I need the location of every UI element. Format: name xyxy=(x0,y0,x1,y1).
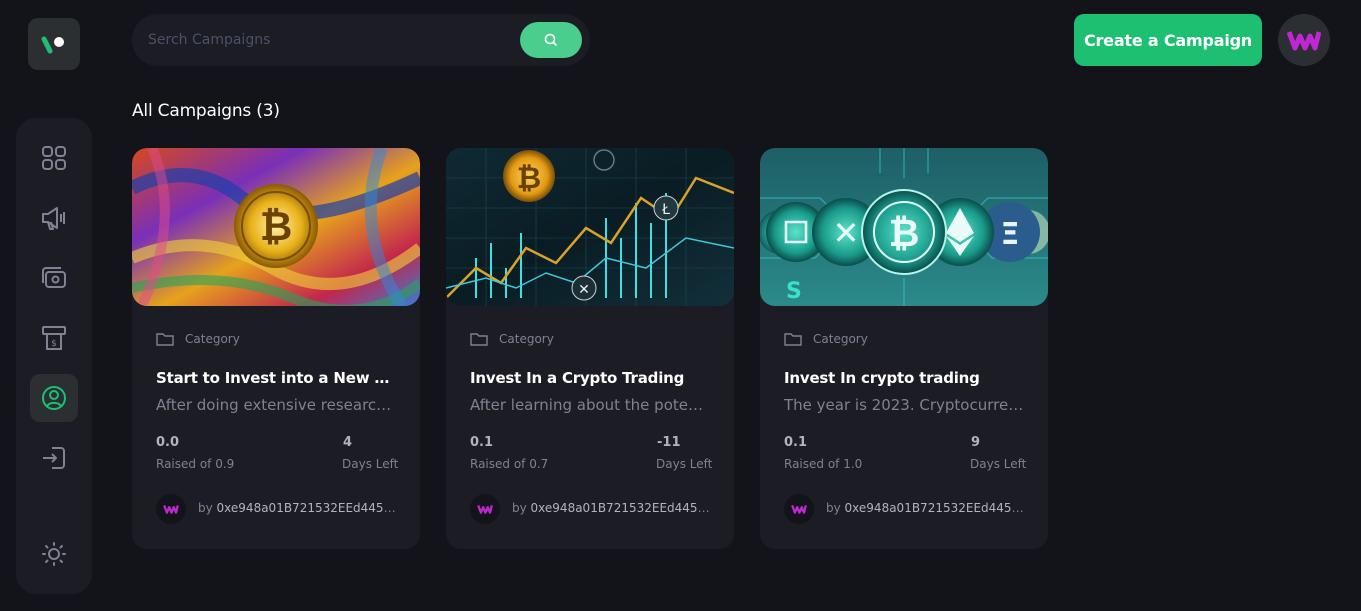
days-left-label: Days Left xyxy=(970,457,1027,471)
create-campaign-button[interactable]: Create a Campaign xyxy=(1074,14,1262,66)
svg-text:₿: ₿ xyxy=(260,204,293,250)
brand-avatar-icon xyxy=(1287,31,1321,51)
theme-toggle[interactable] xyxy=(30,530,78,578)
svg-text:₿: ₿ xyxy=(889,211,920,255)
owner-prefix: by xyxy=(198,501,213,515)
owner-avatar xyxy=(784,494,814,524)
page-title: All Campaigns (3) xyxy=(132,101,280,121)
svg-text:✕: ✕ xyxy=(833,214,860,252)
brand-avatar-icon xyxy=(163,504,179,514)
days-left-value: -11 xyxy=(657,435,681,450)
owner-avatar xyxy=(470,494,500,524)
campaign-card[interactable]: ₿ Ł ✕ Category Invest In a Crypto Tradin… xyxy=(446,148,734,549)
campaign-card[interactable]: ✕ Ξ ₿ S Category Invest In crypto tradin… xyxy=(760,148,1048,549)
owner-address: by 0xe948a01B721532EEd445acF51b xyxy=(826,501,1026,515)
withdraw-icon: $ xyxy=(42,326,66,350)
logo-icon xyxy=(41,36,64,54)
owner-prefix: by xyxy=(826,501,841,515)
campaign-title: Start to Invest into a New Crypto xyxy=(156,369,396,387)
sidebar-item-profile[interactable] xyxy=(30,374,78,422)
profile-avatar[interactable] xyxy=(1278,14,1330,66)
search-button[interactable] xyxy=(520,22,582,58)
category-label: Category xyxy=(813,332,868,346)
raised-label: Raised of 0.9 xyxy=(156,457,235,471)
campaign-description: After doing extensive research about cry… xyxy=(156,396,396,414)
logout-icon xyxy=(43,447,65,469)
owner-prefix: by xyxy=(512,501,527,515)
app-logo[interactable] xyxy=(28,18,80,70)
category-tag: Category xyxy=(470,332,554,346)
search-input[interactable] xyxy=(148,14,518,66)
megaphone-icon xyxy=(42,207,65,230)
campaign-image: ₿ xyxy=(132,148,420,306)
days-left-value: 9 xyxy=(971,435,981,450)
sidebar-item-payment[interactable] xyxy=(30,254,78,302)
campaign-description: After learning about the potential of cr… xyxy=(470,396,710,414)
sidebar-item-withdraw[interactable]: $ xyxy=(30,314,78,362)
campaign-image: ✕ Ξ ₿ S xyxy=(760,148,1048,306)
days-left-value: 4 xyxy=(343,435,353,450)
sidebar: $ xyxy=(16,118,92,594)
category-tag: Category xyxy=(156,332,240,346)
campaign-card[interactable]: ₿ Category Start to Invest into a New Cr… xyxy=(132,148,420,549)
user-circle-icon xyxy=(42,386,66,410)
category-label: Category xyxy=(185,332,240,346)
days-left-label: Days Left xyxy=(342,457,399,471)
folder-icon xyxy=(784,333,802,346)
svg-text:Ξ: Ξ xyxy=(1001,217,1020,252)
brand-avatar-icon xyxy=(477,504,493,514)
raised-amount: 0.0 xyxy=(156,435,180,450)
campaign-title: Invest In crypto trading xyxy=(784,369,980,387)
raised-label: Raised of 1.0 xyxy=(784,457,863,471)
folder-icon xyxy=(470,333,488,346)
owner-value: 0xe948a01B721532EEd445acF51b xyxy=(844,501,1026,515)
sidebar-item-campaign[interactable] xyxy=(30,194,78,242)
raised-amount: 0.1 xyxy=(470,435,494,450)
raised-amount: 0.1 xyxy=(784,435,808,450)
owner-value: 0xe948a01B721532EEd445acF51b xyxy=(216,501,398,515)
svg-text:$: $ xyxy=(51,339,57,349)
owner-address: by 0xe948a01B721532EEd445acF51b xyxy=(198,501,398,515)
folder-icon xyxy=(156,333,174,346)
days-left-label: Days Left xyxy=(656,457,713,471)
category-label: Category xyxy=(499,332,554,346)
svg-text:Ł: Ł xyxy=(661,202,670,218)
svg-text:₿: ₿ xyxy=(517,161,541,196)
owner-avatar xyxy=(156,494,186,524)
sun-icon xyxy=(42,542,66,566)
sidebar-item-logout[interactable] xyxy=(30,434,78,482)
campaign-description: The year is 2023. Cryptocurrencies are xyxy=(784,396,1024,414)
campaign-image: ₿ Ł ✕ xyxy=(446,148,734,306)
wallet-icon xyxy=(42,267,66,288)
owner-address: by 0xe948a01B721532EEd445acF51b xyxy=(512,501,712,515)
brand-avatar-icon xyxy=(791,504,807,514)
grid-icon xyxy=(42,146,66,170)
search-bar xyxy=(132,14,590,66)
campaign-title: Invest In a Crypto Trading xyxy=(470,369,685,387)
owner-value: 0xe948a01B721532EEd445acF51b xyxy=(530,501,712,515)
svg-text:S: S xyxy=(786,279,802,304)
raised-label: Raised of 0.7 xyxy=(470,457,549,471)
category-tag: Category xyxy=(784,332,868,346)
svg-text:✕: ✕ xyxy=(578,282,590,298)
search-icon xyxy=(544,33,557,46)
sidebar-item-dashboard[interactable] xyxy=(30,134,78,182)
